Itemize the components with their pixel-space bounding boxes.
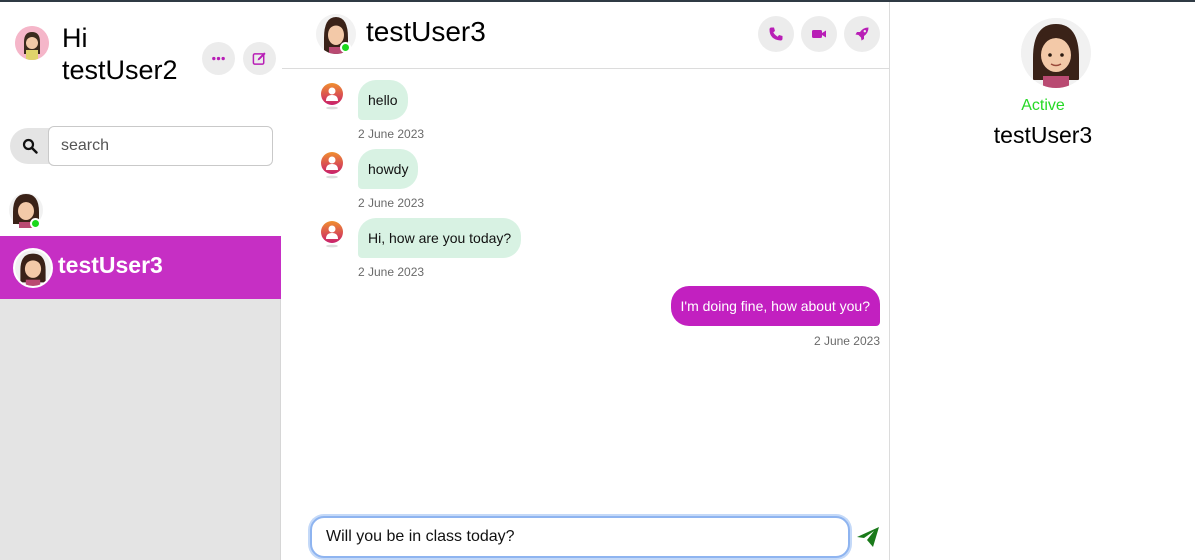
greeting-title: Hi testUser2	[62, 23, 178, 85]
video-camera-icon	[812, 30, 826, 38]
contact-avatar	[13, 248, 53, 288]
profile-status: Active	[1021, 97, 1065, 114]
new-message-button[interactable]	[243, 42, 276, 75]
search-bar	[10, 126, 273, 166]
video-call-button[interactable]	[801, 16, 837, 52]
incoming-message-bubble: Hi, how are you today?	[358, 218, 522, 258]
user-avatar-icon	[321, 221, 343, 248]
contact-name: testUser3	[58, 252, 163, 278]
incoming-message-bubble: howdy	[358, 149, 419, 189]
message-timestamp: 2 June 2023	[358, 196, 425, 210]
search-icon[interactable]	[10, 128, 50, 164]
incoming-message-bubble: hello	[358, 80, 408, 120]
voice-call-button[interactable]	[758, 16, 794, 52]
message-input[interactable]	[310, 516, 850, 558]
compose-icon	[252, 52, 266, 65]
user-avatar-icon	[321, 152, 343, 179]
message-timestamp: 2 June 2023	[358, 127, 425, 141]
profile-name: testUser3	[993, 122, 1093, 148]
user-avatar-icon	[321, 83, 343, 110]
send-icon[interactable]	[856, 526, 880, 548]
phone-icon	[769, 27, 783, 41]
message-timestamp: 2 June 2023	[358, 265, 425, 279]
profile-avatar	[1021, 18, 1091, 88]
contact-list-item-testuser3[interactable]: testUser3	[0, 236, 281, 299]
search-input[interactable]	[48, 126, 273, 166]
message-timestamp: 2 June 2023	[813, 334, 880, 348]
online-status-dot	[340, 42, 351, 53]
chat-contact-name: testUser3	[366, 16, 486, 47]
chat-header: testUser3	[282, 2, 890, 69]
chat-panel: testUser3 hello 2 June 2023 howdy 2 June…	[282, 2, 890, 560]
rocket-icon	[855, 27, 869, 41]
ellipsis-icon	[212, 56, 225, 61]
my-avatar[interactable]	[15, 26, 49, 60]
more-options-button[interactable]	[202, 42, 235, 75]
launch-button[interactable]	[844, 16, 880, 52]
sidebar: Hi testUser2 search testUser3	[0, 2, 281, 560]
contact-list-item[interactable]	[9, 190, 43, 230]
online-status-dot	[30, 218, 41, 229]
sidebar-header: Hi testUser2	[0, 2, 281, 236]
outgoing-message-bubble: I'm doing fine, how about you?	[670, 286, 880, 326]
contact-profile-panel: Active testUser3	[891, 2, 1195, 560]
